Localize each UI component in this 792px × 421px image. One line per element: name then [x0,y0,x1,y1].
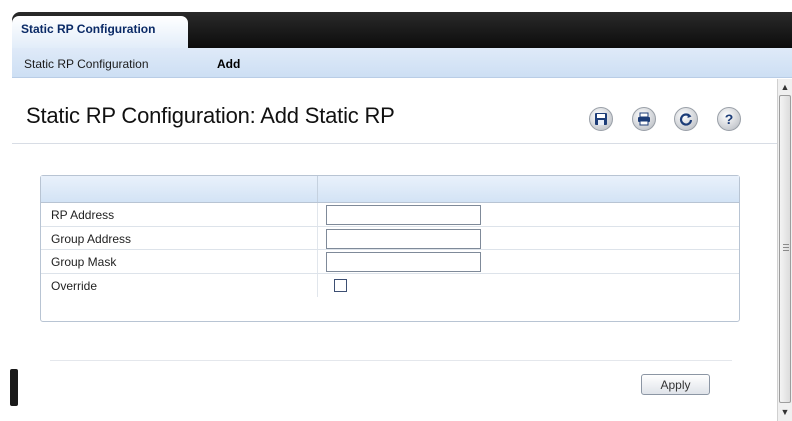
title-divider [12,143,777,144]
column-divider [317,273,318,297]
group-mask-input[interactable] [326,252,481,272]
tab-static-rp-configuration[interactable]: Static RP Configuration [12,16,188,48]
group-address-input[interactable] [326,228,481,249]
group-mask-label: Group Mask [51,255,117,269]
override-checkbox[interactable] [334,278,347,292]
scroll-up-icon[interactable]: ▲ [778,80,792,94]
vertical-scrollbar[interactable]: ▲ ▼ [777,79,792,421]
grip-line [783,247,789,248]
column-divider [317,176,318,202]
form-row-group-address: Group Address [41,226,739,250]
page-title: Static RP Configuration: Add Static RP [26,103,395,128]
scroll-down-icon[interactable]: ▼ [778,405,792,419]
table-header [41,176,739,203]
scroll-thumb[interactable] [779,95,791,403]
sub-nav: Static RP Configuration Add [12,48,792,78]
refresh-icon[interactable] [674,107,698,131]
rp-address-input[interactable] [326,205,481,225]
override-label: Override [51,278,98,293]
column-divider [317,203,318,226]
form-row-rp-address: RP Address [41,203,739,227]
help-icon[interactable]: ? [717,107,741,131]
main-content: Static RP Configuration: Add Static RP ?… [12,79,777,421]
group-address-label: Group Address [51,231,132,246]
svg-text:?: ? [725,112,734,126]
print-icon[interactable] [632,107,656,131]
side-panel-handle[interactable] [10,369,18,406]
grip-line [783,250,789,251]
column-divider [317,226,318,249]
form-row-group-mask: Group Mask [41,250,739,274]
footer-divider [50,360,732,361]
save-icon[interactable] [589,107,613,131]
apply-button[interactable]: Apply [641,374,710,395]
rp-address-label: RP Address [51,208,115,222]
subnav-item-add[interactable]: Add [217,57,240,71]
tab-label: Static RP Configuration [21,22,156,36]
column-divider [317,250,318,273]
subnav-item-static-rp-configuration[interactable]: Static RP Configuration [24,57,149,71]
static-rp-form-table: RP Address Group Address Group Mask Over… [40,175,740,322]
grip-line [783,244,789,245]
form-row-override: Override [41,273,739,297]
